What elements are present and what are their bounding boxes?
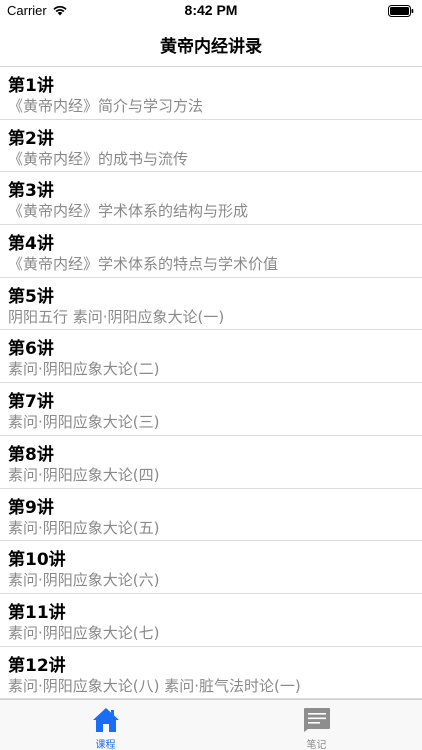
list-item[interactable]: 第9讲 素问·阴阳应象大论(五) bbox=[0, 489, 422, 542]
lesson-title: 第6讲 bbox=[8, 339, 54, 360]
lesson-subtitle: 素问·阴阳应象大论(三) bbox=[8, 413, 160, 432]
list-item[interactable]: 第1讲 《黄帝内经》简介与学习方法 bbox=[0, 67, 422, 120]
page-title: 黄帝内经讲录 bbox=[160, 37, 262, 57]
list-item[interactable]: 第11讲 素问·阴阳应象大论(七) bbox=[0, 594, 422, 647]
lesson-title: 第8讲 bbox=[8, 444, 54, 465]
list-item[interactable]: 第5讲 阴阳五行 素问·阴阳应象大论(一) bbox=[0, 278, 422, 331]
list-item[interactable]: 第10讲 素问·阴阳应象大论(六) bbox=[0, 541, 422, 594]
lesson-title: 第12讲 bbox=[8, 655, 66, 676]
lesson-list[interactable]: 第1讲 《黄帝内经》简介与学习方法 第2讲 《黄帝内经》的成书与流传 第3讲 《… bbox=[0, 67, 422, 699]
list-item[interactable]: 第7讲 素问·阴阳应象大论(三) bbox=[0, 383, 422, 436]
lesson-title: 第7讲 bbox=[8, 392, 54, 413]
lesson-title: 第1讲 bbox=[8, 76, 54, 96]
list-item[interactable]: 第4讲 《黄帝内经》学术体系的特点与学术价值 bbox=[0, 225, 422, 278]
status-bar: Carrier 8:42 PM bbox=[0, 0, 422, 22]
home-icon bbox=[93, 708, 119, 732]
lesson-subtitle: 素问·阴阳应象大论(六) bbox=[8, 571, 160, 590]
tab-notes[interactable]: 笔记 bbox=[211, 700, 422, 750]
lesson-title: 第2讲 bbox=[8, 128, 54, 149]
list-item[interactable]: 第8讲 素问·阴阳应象大论(四) bbox=[0, 436, 422, 489]
tab-courses[interactable]: 课程 bbox=[0, 700, 211, 750]
tab-notes-label: 笔记 bbox=[306, 740, 327, 750]
lesson-subtitle: 《黄帝内经》学术体系的特点与学术价值 bbox=[8, 255, 279, 274]
list-item[interactable]: 第3讲 《黄帝内经》学术体系的结构与形成 bbox=[0, 172, 422, 226]
lesson-title: 第5讲 bbox=[8, 286, 54, 307]
lesson-subtitle: 素问·阴阳应象大论(四) bbox=[8, 465, 160, 484]
lesson-title: 第9讲 bbox=[8, 497, 54, 518]
tab-bar: 课程 笔记 bbox=[0, 699, 422, 750]
lesson-subtitle: 《黄帝内经》简介与学习方法 bbox=[8, 97, 204, 115]
list-item[interactable]: 第2讲 《黄帝内经》的成书与流传 bbox=[0, 120, 422, 173]
list-item[interactable]: 第6讲 素问·阴阳应象大论(二) bbox=[0, 330, 422, 384]
lesson-title: 第4讲 bbox=[8, 234, 54, 255]
lesson-subtitle: 《黄帝内经》学术体系的结构与形成 bbox=[8, 202, 249, 221]
lesson-subtitle: 《黄帝内经》的成书与流传 bbox=[8, 149, 189, 168]
lesson-subtitle: 素问·阴阳应象大论(八) 素问·脏气法时论(一) bbox=[8, 676, 301, 695]
tab-courses-label: 课程 bbox=[95, 740, 116, 750]
lesson-subtitle: 素问·阴阳应象大论(七) bbox=[8, 623, 160, 642]
lesson-title: 第10讲 bbox=[8, 550, 66, 571]
lesson-title: 第11讲 bbox=[8, 602, 66, 623]
screen: Carrier 8:42 PM 黄帝内经讲录 第1讲 《黄帝内经》简介与学习方法… bbox=[0, 0, 422, 750]
lesson-subtitle: 阴阳五行 素问·阴阳应象大论(一) bbox=[8, 307, 225, 326]
lesson-subtitle: 素问·阴阳应象大论(五) bbox=[8, 518, 160, 537]
navigation-bar: 黄帝内经讲录 bbox=[0, 22, 422, 67]
lesson-subtitle: 素问·阴阳应象大论(二) bbox=[8, 360, 160, 379]
lesson-title: 第3讲 bbox=[8, 181, 54, 202]
notes-icon bbox=[304, 708, 330, 732]
clock: 8:42 PM bbox=[184, 2, 238, 18]
list-item[interactable]: 第12讲 素问·阴阳应象大论(八) 素问·脏气法时论(一) bbox=[0, 647, 422, 699]
battery-icon bbox=[388, 5, 414, 17]
